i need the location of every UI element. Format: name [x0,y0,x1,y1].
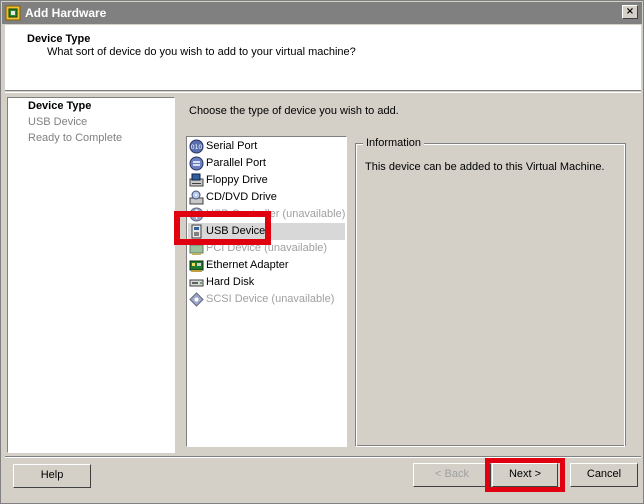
list-item-cd-dvd-drive[interactable]: CD/DVD Drive [188,189,345,206]
device-label: Ethernet Adapter [206,259,289,271]
parallel-port-icon [189,156,204,171]
wizard-header: Device Type What sort of device do you w… [5,25,641,91]
svg-text:010: 010 [191,144,203,151]
list-item-floppy-drive[interactable]: Floppy Drive [188,172,345,189]
wizard-steps-panel: Device Type USB Device Ready to Complete [7,97,175,453]
device-label: Serial Port [206,140,258,152]
usb-device-highlight-box [174,211,271,245]
step-usb-device: USB Device [28,116,88,128]
cancel-button[interactable]: Cancel [570,463,638,487]
list-item-parallel-port[interactable]: Parallel Port [188,155,345,172]
title-bar[interactable]: Add Hardware × [2,2,642,24]
list-item-ethernet-adapter[interactable]: Ethernet Adapter [188,257,345,274]
device-label: SCSI Device (unavailable) [206,293,335,305]
instruction-text: Choose the type of device you wish to ad… [189,105,399,117]
floppy-drive-icon [189,173,204,187]
step-ready-to-complete: Ready to Complete [28,132,123,144]
help-button[interactable]: Help [13,464,91,488]
step-device-type: Device Type [28,100,92,112]
back-button[interactable]: < Back [413,463,491,487]
device-type-list[interactable]: 010 Serial Port Parallel Port Floppy Dri… [186,136,347,447]
hard-disk-icon [189,279,204,287]
ethernet-adapter-icon [189,260,204,272]
next-button-highlight-box [485,458,565,492]
list-item-scsi-device[interactable]: SCSI Device (unavailable) [188,291,345,308]
page-subtitle: What sort of device do you wish to add t… [47,46,356,58]
cd-dvd-drive-icon [189,190,204,205]
window-title: Add Hardware [25,6,107,20]
page-title: Device Type [27,33,91,45]
device-label: Floppy Drive [206,174,268,186]
device-label: CD/DVD Drive [206,191,277,203]
serial-port-icon: 010 [189,139,204,154]
scsi-device-icon [189,292,204,307]
vm-hardware-icon [5,5,21,21]
information-legend: Information [363,137,425,149]
list-item-serial-port[interactable]: 010 Serial Port [188,138,345,155]
close-icon[interactable]: × [622,5,638,19]
information-text: This device can be added to this Virtual… [365,161,605,173]
list-item-hard-disk[interactable]: Hard Disk [188,274,345,291]
device-label: Hard Disk [206,276,255,288]
device-label: Parallel Port [206,157,266,169]
information-groupbox [355,143,626,447]
add-hardware-dialog: Add Hardware × Device Type What sort of … [0,0,644,504]
header-divider [5,92,641,93]
